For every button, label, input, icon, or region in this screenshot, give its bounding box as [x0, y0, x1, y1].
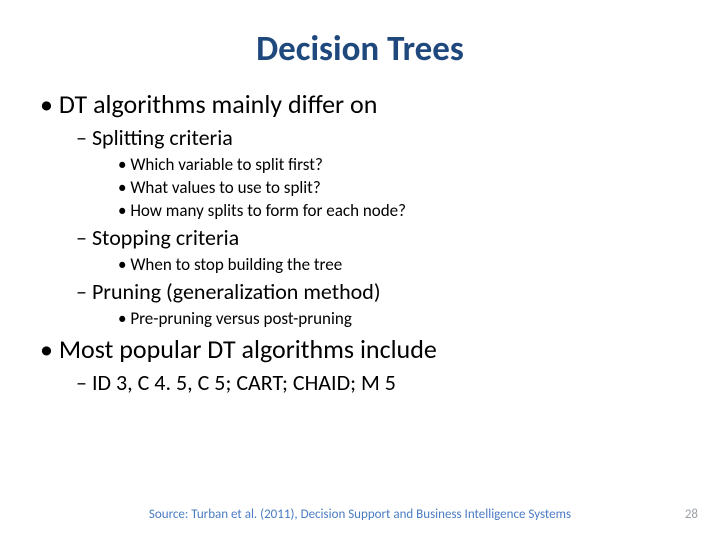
list-item: Pre-pruning versus post-pruning — [118, 308, 696, 329]
list-item: DT algorithms mainly differ on Splitting… — [40, 88, 696, 329]
list-item: Stopping criteria When to stop building … — [76, 224, 696, 275]
list-item: How many splits to form for each node? — [118, 200, 696, 221]
list-item: What values to use to split? — [118, 177, 696, 198]
bullet-text: DT algorithms mainly differ on — [59, 88, 378, 120]
bullet-list-level2: Splitting criteria Which variable to spl… — [40, 124, 696, 329]
bullet-text: Stopping criteria — [92, 224, 239, 251]
list-item: Pruning (generalization method) Pre-prun… — [76, 278, 696, 329]
bullet-text: Which variable to split first? — [130, 154, 323, 175]
slide-title: Decision Trees — [24, 28, 696, 70]
bullet-text: Splitting criteria — [92, 124, 233, 151]
source-citation: Source: Turban et al. (2011), Decision S… — [0, 507, 720, 522]
list-item: When to stop building the tree — [118, 254, 696, 275]
list-item: ID 3, C 4. 5, C 5; CART; CHAID; M 5 — [76, 369, 696, 396]
bullet-text: Pre-pruning versus post-pruning — [130, 308, 352, 329]
bullet-text: Pruning (generalization method) — [92, 278, 381, 305]
list-item: Most popular DT algorithms include ID 3,… — [40, 333, 696, 396]
bullet-text: Most popular DT algorithms include — [59, 333, 437, 365]
page-number: 28 — [685, 507, 698, 522]
bullet-text: When to stop building the tree — [130, 254, 342, 275]
bullet-list-level3: Pre-pruning versus post-pruning — [76, 308, 696, 329]
bullet-list-level2: ID 3, C 4. 5, C 5; CART; CHAID; M 5 — [40, 369, 696, 396]
bullet-text: How many splits to form for each node? — [130, 200, 406, 221]
bullet-text: What values to use to split? — [130, 177, 320, 198]
bullet-list-level3: When to stop building the tree — [76, 254, 696, 275]
bullet-text: ID 3, C 4. 5, C 5; CART; CHAID; M 5 — [92, 369, 396, 396]
bullet-list-level1: DT algorithms mainly differ on Splitting… — [24, 88, 696, 396]
list-item: Splitting criteria Which variable to spl… — [76, 124, 696, 221]
bullet-list-level3: Which variable to split first? What valu… — [76, 154, 696, 221]
list-item: Which variable to split first? — [118, 154, 696, 175]
